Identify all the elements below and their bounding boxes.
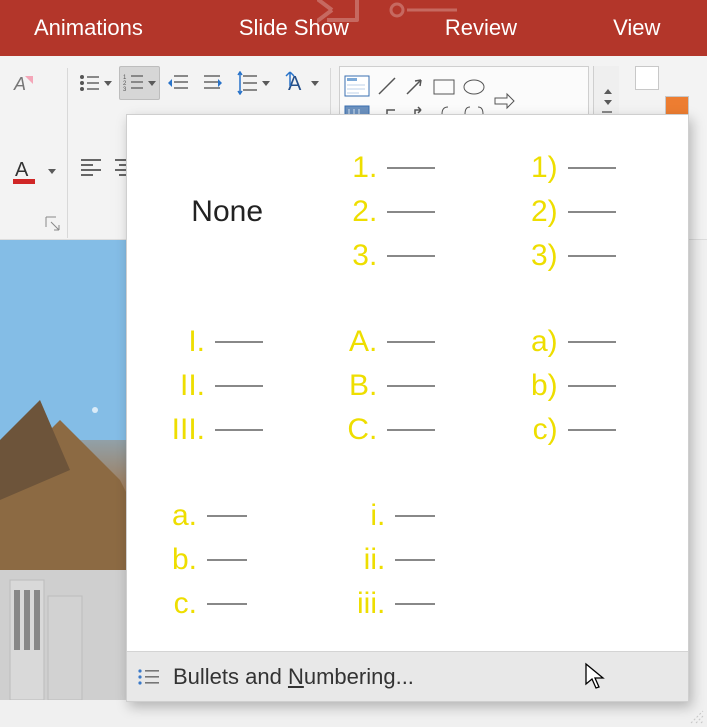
numbering-option-lower-roman-period[interactable]: i. ii. iii. (323, 479, 491, 641)
tab-review[interactable]: Review (421, 0, 541, 56)
tab-view[interactable]: View (589, 0, 684, 56)
numbering-option-lower-alpha-paren[interactable]: a) b) c) (504, 305, 672, 467)
style-swatch-white[interactable] (635, 66, 659, 90)
numbering-split-button[interactable]: 1 2 3 (119, 66, 160, 100)
decrease-indent-button[interactable] (164, 66, 194, 100)
chevron-down-icon (148, 81, 156, 86)
bullets-and-numbering-label: Bullets and Numbering... (173, 664, 414, 690)
numbering-option-decimal-period[interactable]: 1. 2. 3. (323, 131, 491, 293)
svg-text:A: A (15, 159, 29, 181)
chevron-up-icon (604, 89, 612, 94)
numbering-option-empty (504, 479, 672, 641)
tab-animations[interactable]: Animations (10, 0, 167, 56)
line-shape-icon (376, 75, 398, 97)
chevron-down-icon (104, 81, 112, 86)
textbox-shape-icon (344, 75, 370, 97)
numbering-option-upper-alpha-period[interactable]: A. B. C. (323, 305, 491, 467)
tab-slide-show[interactable]: Slide Show (215, 0, 373, 56)
numbering-option-upper-roman-period[interactable]: I. II. III. (143, 305, 311, 467)
block-arrow-icon (492, 91, 516, 111)
numbering-option-lower-alpha-period[interactable]: a. b. c. (143, 479, 311, 641)
oval-shape-icon (462, 77, 486, 97)
line-spacing-button[interactable] (232, 66, 273, 100)
increase-indent-button[interactable] (198, 66, 228, 100)
bar-icon (602, 111, 612, 113)
bullets-split-button[interactable] (76, 66, 115, 100)
numbered-list-icon (137, 667, 161, 687)
bullets-and-numbering-menu-item[interactable]: Bullets and Numbering... (127, 651, 688, 701)
chevron-down-icon (262, 81, 270, 86)
slide-image (0, 240, 130, 700)
numbering-option-decimal-paren[interactable]: 1) 2) 3) (504, 131, 672, 293)
ribbon-tabs: Animations Slide Show Review View Format (0, 0, 707, 56)
font-group: A A (4, 62, 63, 192)
chevron-down-icon (311, 81, 319, 86)
chevron-down-icon (604, 100, 612, 105)
text-direction-button[interactable]: A (277, 66, 322, 100)
svg-text:3: 3 (123, 87, 127, 93)
dialog-launcher-button[interactable] (44, 215, 62, 233)
resize-grip-icon (689, 709, 705, 725)
svg-text:A: A (13, 74, 26, 94)
font-color-button[interactable]: A (8, 154, 59, 188)
align-left-button[interactable] (76, 150, 106, 184)
arrow-shape-icon (404, 75, 426, 97)
chevron-down-icon (48, 169, 56, 174)
separator (67, 68, 68, 238)
clear-formatting-button[interactable]: A (8, 66, 40, 100)
cursor-icon (583, 662, 607, 692)
rectangle-shape-icon (432, 77, 456, 97)
numbering-option-none[interactable]: None (143, 131, 311, 293)
numbering-dropdown: None 1. 2. 3. 1) 2) 3) I. II. III. A. B.… (126, 114, 689, 702)
numbering-grid: None 1. 2. 3. 1) 2) 3) I. II. III. A. B.… (127, 115, 688, 651)
